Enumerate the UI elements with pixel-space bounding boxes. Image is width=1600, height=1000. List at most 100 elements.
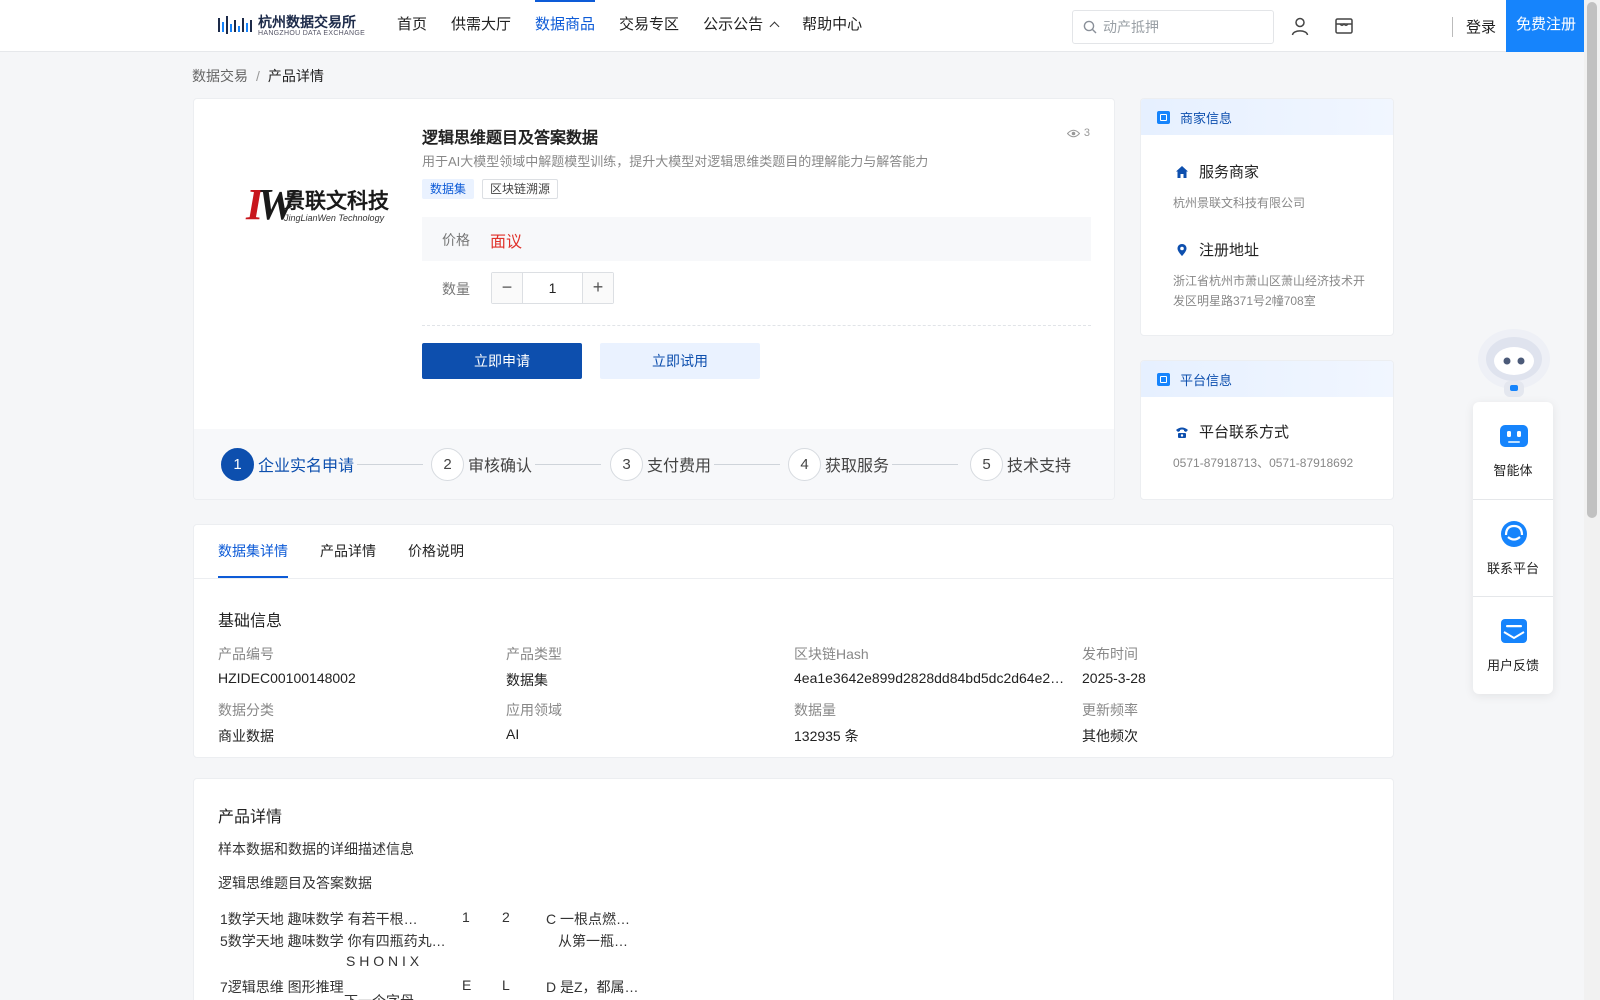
- detail-tabs: 数据集详情 产品详情 价格说明: [218, 525, 496, 579]
- step-5: 5 技术支持: [970, 447, 1071, 481]
- step-connector: [714, 464, 780, 465]
- service-merchant-label: 服务商家: [1199, 164, 1260, 181]
- tab-price-description[interactable]: 价格说明: [408, 525, 464, 578]
- tab-product-details[interactable]: 产品详情: [320, 525, 376, 578]
- info-label: 发布时间: [1082, 646, 1138, 662]
- sample-cell: L: [502, 977, 510, 993]
- product-tags: 数据集 区块链溯源: [422, 179, 566, 199]
- platform-contact-value: 0571-87918713、0571-87918692: [1173, 456, 1354, 470]
- price-label: 价格: [442, 232, 470, 248]
- quantity-input[interactable]: 1: [523, 273, 582, 303]
- view-count-value: 3: [1083, 127, 1090, 139]
- platform-contact-label: 平台联系方式: [1199, 424, 1290, 441]
- page-scrollbar[interactable]: [1584, 0, 1600, 1000]
- nav-help-center[interactable]: 帮助中心: [790, 0, 874, 52]
- scrollbar-thumb[interactable]: [1587, 2, 1597, 518]
- feedback-icon: [1501, 619, 1527, 643]
- user-icon[interactable]: [1290, 16, 1310, 36]
- step-label: 技术支持: [1007, 458, 1072, 475]
- sample-cell: 下一个字母…: [344, 991, 428, 1000]
- user-feedback-label: 用户反馈: [1486, 658, 1539, 673]
- product-details-card: 产品详情 样本数据和数据的详细描述信息 逻辑思维题目及答案数据 1数学天地 趣味…: [193, 778, 1394, 1000]
- top-header: 杭州数据交易所 HANGZHOU DATA EXCHANGE 首页 供需大厅 数…: [0, 0, 1586, 52]
- product-title: 逻辑思维题目及答案数据: [422, 130, 599, 147]
- info-blockchain-hash: 区块链Hash 4ea1e3642e899d2828dd84bd5dc2d64e…: [794, 644, 1066, 686]
- address-value: 浙江省杭州市萧山区萧山经济技术开发区明星路371号2幢708室: [1173, 274, 1366, 308]
- nav-trade-zone[interactable]: 交易专区: [607, 0, 691, 52]
- sample-cell: D 是Z，都属…: [546, 979, 639, 995]
- sample-cell: 从第一瓶…: [558, 933, 628, 949]
- agent-icon: [1500, 425, 1528, 447]
- sample-cell: S H O N I X: [346, 953, 420, 969]
- product-details-title: 产品详情: [218, 809, 283, 826]
- step-label: 获取服务: [825, 458, 890, 475]
- step-number: 2: [431, 447, 464, 481]
- step-2: 2 审核确认: [431, 447, 532, 481]
- step-connector: [535, 464, 601, 465]
- product-logo-name: 景联文科技: [284, 190, 389, 213]
- process-steps: 1 企业实名申请 2 审核确认 3 支付费用 4 获取服务 5 技术支持: [194, 429, 1114, 499]
- merchant-info-title: 商家信息: [1180, 110, 1233, 126]
- info-label: 数据分类: [218, 702, 274, 718]
- logo-bars-icon: [218, 16, 252, 34]
- register-button[interactable]: 免费注册: [1506, 0, 1586, 52]
- sample-cell: 1数学天地 趣味数学 有若干根…: [220, 911, 418, 927]
- tag-dataset: 数据集: [422, 179, 475, 199]
- product-details-line-1: 样本数据和数据的详细描述信息: [218, 841, 414, 857]
- login-link[interactable]: 登录: [1466, 16, 1496, 37]
- product-logo-en: JingLianWen Technology: [284, 213, 385, 223]
- apply-now-button[interactable]: 立即申请: [422, 343, 582, 379]
- step-connector: [357, 464, 423, 465]
- tabs-divider: [194, 578, 1393, 579]
- nav-data-products[interactable]: 数据商品: [523, 0, 607, 52]
- nav-announcements[interactable]: 公示公告: [691, 0, 790, 52]
- contact-platform-button[interactable]: 联系平台: [1473, 500, 1553, 597]
- view-count: 3: [1066, 127, 1090, 139]
- address-label: 注册地址: [1199, 242, 1260, 259]
- breadcrumb-parent[interactable]: 数据交易: [192, 68, 248, 84]
- agent-button[interactable]: 智能体: [1473, 402, 1553, 499]
- contact-platform-label: 联系平台: [1486, 561, 1539, 576]
- user-feedback-button[interactable]: 用户反馈: [1473, 597, 1553, 694]
- nav-supply-demand[interactable]: 供需大厅: [439, 0, 523, 52]
- price-value: 面议: [490, 234, 523, 251]
- info-value: 数据集: [506, 672, 548, 688]
- quantity-increase-button[interactable]: +: [582, 273, 613, 303]
- dataset-details-card: 数据集详情 产品详情 价格说明 基础信息 产品编号 HZIDEC00100148…: [193, 524, 1394, 758]
- info-label: 应用领域: [506, 702, 562, 718]
- headset-icon: [1501, 521, 1527, 547]
- tag-blockchain: 区块链溯源: [482, 179, 559, 199]
- platform-info-title: 平台信息: [1180, 372, 1233, 388]
- info-value: AI: [506, 726, 520, 742]
- agent-label: 智能体: [1493, 463, 1533, 478]
- info-data-volume: 数据量 132935 条: [794, 700, 1064, 746]
- step-label: 审核确认: [468, 458, 533, 475]
- platform-contact-title: 平台联系方式: [1175, 421, 1289, 442]
- info-label: 更新频率: [1082, 702, 1138, 718]
- chevron-up-icon: [769, 21, 780, 32]
- search-input[interactable]: [1103, 15, 1268, 39]
- info-value: HZIDEC00100148002: [218, 670, 356, 686]
- logo-subtext: HANGZHOU DATA EXCHANGE: [258, 30, 366, 37]
- tab-dataset-details[interactable]: 数据集详情: [218, 525, 288, 579]
- robot-assistant-icon[interactable]: [1474, 325, 1554, 405]
- floating-panel: 智能体 联系平台 用户反馈: [1473, 402, 1553, 694]
- step-label: 支付费用: [647, 458, 712, 475]
- shop-icon[interactable]: [1334, 16, 1354, 36]
- site-logo[interactable]: 杭州数据交易所 HANGZHOU DATA EXCHANGE: [218, 10, 368, 42]
- eye-icon: [1066, 129, 1080, 137]
- logo-text: 杭州数据交易所: [258, 14, 356, 30]
- merchant-info-icon: [1157, 110, 1170, 124]
- nav-home[interactable]: 首页: [385, 0, 439, 52]
- sample-cell: C 一根点燃…: [546, 911, 630, 927]
- quantity-label: 数量: [442, 281, 470, 297]
- info-label: 产品编号: [218, 646, 274, 662]
- header-divider: [1452, 17, 1453, 37]
- breadcrumb: 数据交易 / 产品详情: [192, 66, 324, 86]
- step-1: 1 企业实名申请: [221, 447, 354, 481]
- info-label: 数据量: [794, 702, 836, 718]
- quantity-decrease-button[interactable]: −: [492, 273, 523, 303]
- breadcrumb-separator: /: [256, 68, 260, 84]
- search-box[interactable]: [1072, 10, 1274, 44]
- try-now-button[interactable]: 立即试用: [600, 343, 760, 379]
